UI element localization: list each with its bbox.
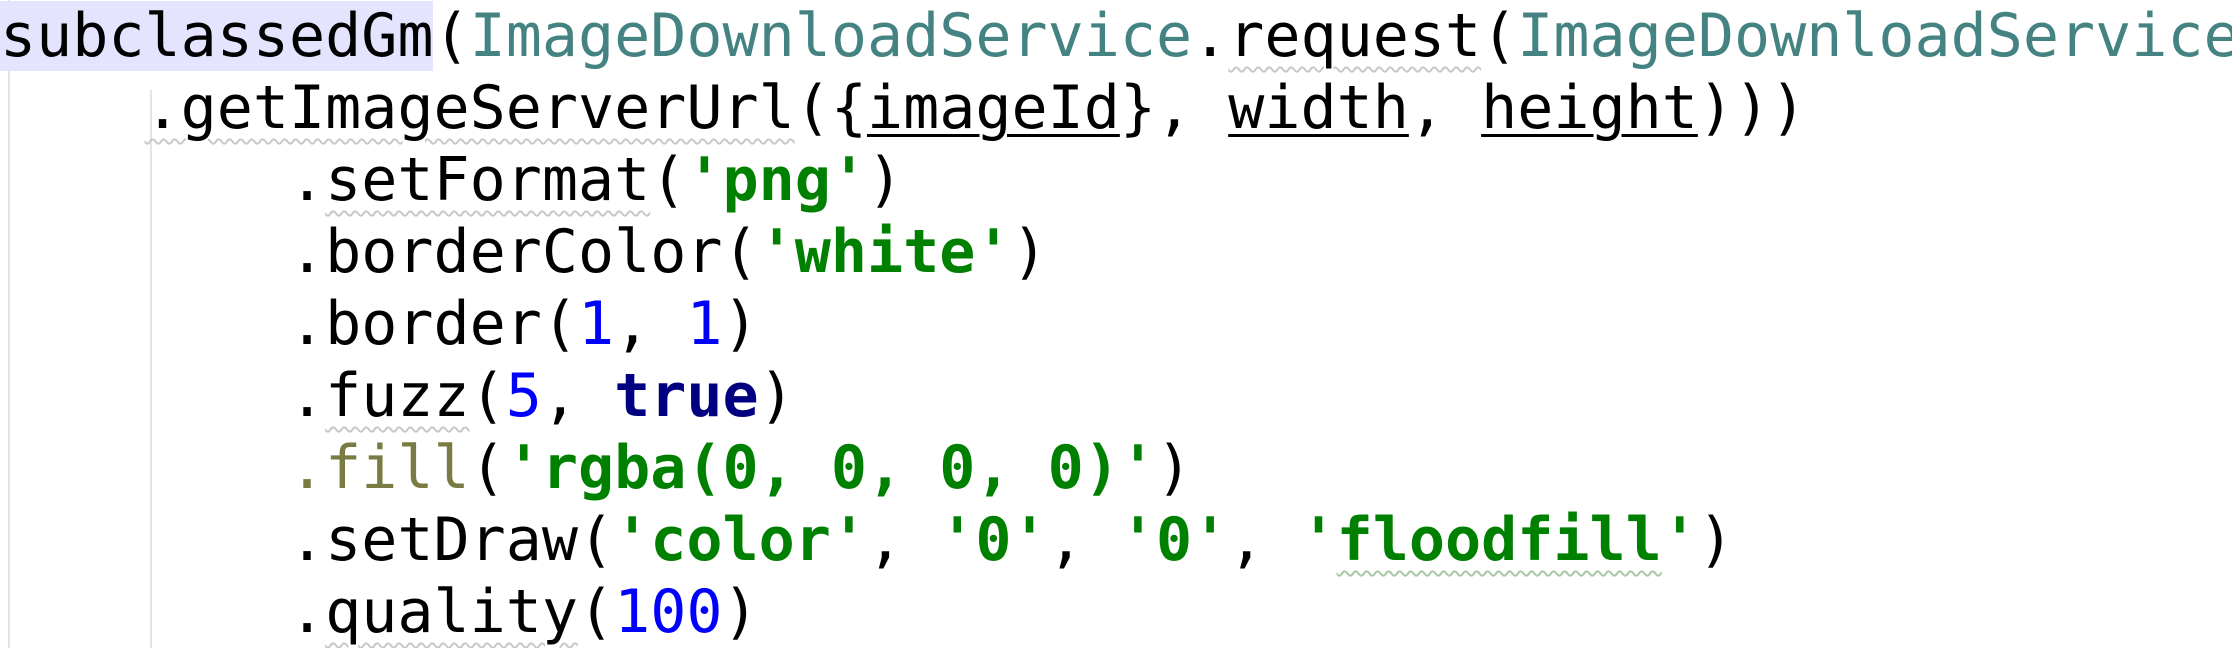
number-literal[interactable]: 5 [506,361,542,431]
separator: , [614,289,687,359]
separator: , [866,505,940,575]
paren: ) [1011,217,1048,287]
string-quote: ' [1661,505,1698,575]
paren: ( [650,145,687,215]
paren: ( [469,433,506,503]
number-literal[interactable]: 1 [686,289,722,359]
string-quote: ' [1300,505,1337,575]
dot: . [288,361,326,431]
paren: ( [577,505,615,575]
code-line-3[interactable]: .setFormat('png') [0,144,903,216]
param-imageId[interactable]: imageId [867,73,1120,143]
separator: , [541,361,615,431]
paren: ) [722,577,759,647]
punct: ))) [1697,73,1807,143]
code-line-6[interactable]: .fuzz(5, true) [0,360,795,432]
string-png[interactable]: 'png' [686,145,867,215]
keyword-true[interactable]: true [614,361,759,431]
code-editor[interactable]: subclassedGm(ImageDownloadService.reques… [0,0,2232,648]
separator: , [1047,505,1120,575]
class-ImageDownloadService-2[interactable]: ImageDownloadService [1517,1,2232,71]
class-ImageDownloadService[interactable]: ImageDownloadService [470,1,1192,71]
separator: , [1228,505,1301,575]
dot: . [1192,1,1229,71]
string-white[interactable]: 'white' [759,217,1012,287]
paren: ) [866,145,904,215]
code-line-8[interactable]: .setDraw('color', '0', '0', 'floodfill') [0,504,1734,576]
code-line-2[interactable]: .getImageServerUrl({imageId}, width, hei… [0,72,1807,144]
method-fuzz[interactable]: fuzz [325,361,470,431]
method-setDraw[interactable]: .setDraw [289,505,578,575]
string-zero[interactable]: '0' [1120,505,1228,575]
punct: }, [1119,73,1229,143]
string-floodfill[interactable]: floodfill [1337,505,1662,575]
paren: ( [577,577,615,647]
code-line-9[interactable]: .quality(100) [0,576,759,648]
method-border[interactable]: .border [289,289,542,359]
dot: . [288,145,326,215]
punct: ({ [794,73,867,143]
method-fill[interactable]: .fill [289,433,470,503]
dot: . [288,577,326,647]
method-request[interactable]: request [1228,1,1481,71]
identifier-subclassedGm[interactable]: subclassedGm [0,1,434,71]
punct: , [1408,73,1482,143]
string-rgba[interactable]: 'rgba(0, 0, 0, 0)' [506,433,1156,503]
code-line-7[interactable]: .fill('rgba(0, 0, 0, 0)') [0,432,1192,504]
param-width[interactable]: width [1228,73,1409,143]
string-zero[interactable]: '0' [939,505,1047,575]
paren: ) [722,289,759,359]
string-color[interactable]: 'color' [614,505,867,575]
paren: ( [722,217,759,287]
paren: ) [1697,505,1734,575]
paren: ) [758,361,795,431]
number-literal[interactable]: 1 [578,289,614,359]
paren: ( [1481,1,1518,71]
method-borderColor[interactable]: .borderColor [289,217,722,287]
method-setFormat[interactable]: setFormat [325,145,650,215]
method-quality[interactable]: quality [325,577,578,647]
paren: ( [433,1,470,71]
code-line-5[interactable]: .border(1, 1) [0,288,759,360]
method-getImageServerUrl[interactable]: .getImageServerUrl [145,73,795,143]
paren: ( [541,289,578,359]
code-line-4[interactable]: .borderColor('white') [0,216,1048,288]
param-height[interactable]: height [1481,73,1698,143]
paren: ( [469,361,506,431]
number-literal[interactable]: 100 [614,577,722,647]
paren: ) [1155,433,1193,503]
code-line-1[interactable]: subclassedGm(ImageDownloadService.reques… [0,0,2232,72]
